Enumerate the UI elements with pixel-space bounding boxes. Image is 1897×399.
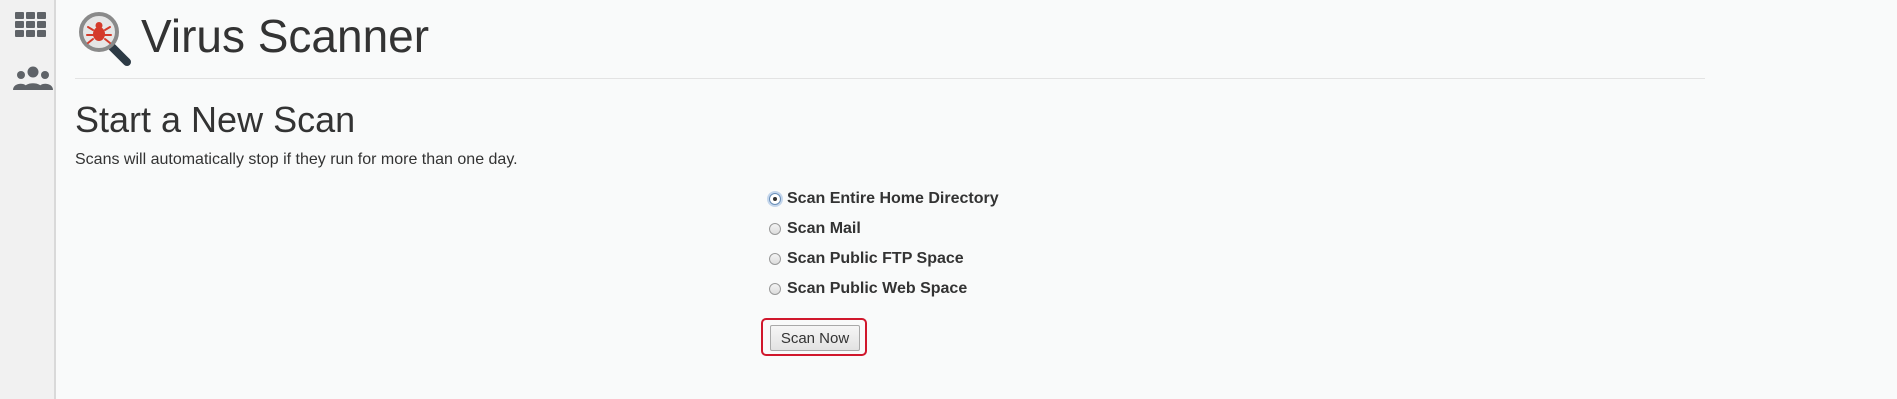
scan-button-highlight: Scan Now: [761, 318, 867, 356]
option-scan-home-directory[interactable]: Scan Entire Home Directory: [769, 184, 999, 214]
option-scan-ftp-space[interactable]: Scan Public FTP Space: [769, 244, 999, 274]
option-label: Scan Public FTP Space: [787, 250, 964, 267]
sidebar: [0, 0, 56, 399]
apps-grid-icon[interactable]: [13, 10, 49, 40]
main-content: Virus Scanner Start a New Scan Scans wil…: [75, 0, 1705, 356]
radio-scan-web-space[interactable]: [769, 283, 781, 295]
users-icon[interactable]: [13, 64, 53, 94]
page-title: Virus Scanner: [141, 10, 430, 62]
radio-scan-ftp-space[interactable]: [769, 253, 781, 265]
radio-scan-home-directory[interactable]: [769, 193, 781, 205]
option-scan-mail[interactable]: Scan Mail: [769, 214, 999, 244]
scan-description: Scans will automatically stop if they ru…: [75, 151, 518, 168]
radio-scan-mail[interactable]: [769, 223, 781, 235]
option-scan-web-space[interactable]: Scan Public Web Space: [769, 274, 999, 304]
page-header: Virus Scanner: [75, 0, 1705, 79]
option-label: Scan Entire Home Directory: [787, 190, 999, 207]
scan-options: Scan Entire Home Directory Scan Mail Sca…: [769, 184, 999, 304]
option-label: Scan Mail: [787, 220, 861, 237]
virus-search-icon: [75, 10, 133, 68]
scan-now-button[interactable]: Scan Now: [770, 325, 860, 351]
option-label: Scan Public Web Space: [787, 280, 968, 297]
section-title: Start a New Scan: [75, 99, 356, 140]
